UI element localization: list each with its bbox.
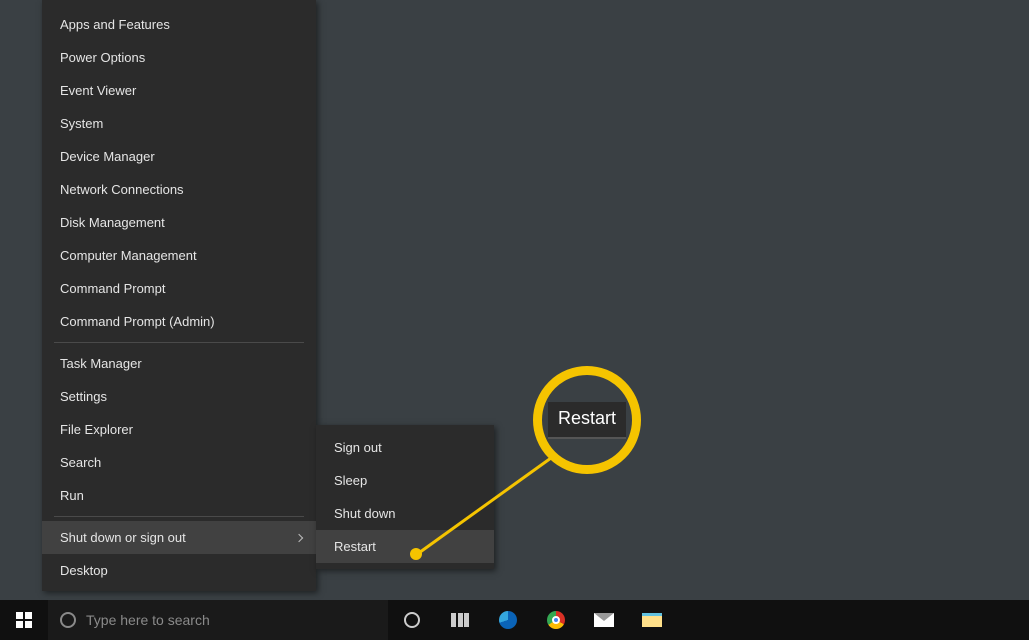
menu-item-label: Device Manager [60,149,155,164]
taskbar-app-file-explorer[interactable] [628,600,676,640]
menu-item-search[interactable]: Search [42,446,316,479]
search-icon [60,612,76,628]
menu-item-system[interactable]: System [42,107,316,140]
menu-item-label: Computer Management [60,248,197,263]
menu-item-task-manager[interactable]: Task Manager [42,347,316,380]
menu-item-label: System [60,116,103,131]
menu-item-command-prompt-admin[interactable]: Command Prompt (Admin) [42,305,316,338]
menu-divider [54,516,304,517]
taskbar-app-chrome[interactable] [532,600,580,640]
menu-item-label: Settings [60,389,107,404]
menu-item-network-connections[interactable]: Network Connections [42,173,316,206]
menu-item-label: Event Viewer [60,83,136,98]
file-explorer-icon [642,613,662,627]
menu-item-event-viewer[interactable]: Event Viewer [42,74,316,107]
menu-item-run[interactable]: Run [42,479,316,512]
menu-item-label: Apps and Features [60,17,170,32]
cortana-button[interactable] [388,600,436,640]
annotation-dot [410,548,422,560]
menu-item-command-prompt[interactable]: Command Prompt [42,272,316,305]
menu-item-device-manager[interactable]: Device Manager [42,140,316,173]
menu-item-label: Command Prompt [60,281,165,296]
mail-icon [594,613,614,627]
submenu-item-label: Sleep [334,473,367,488]
menu-item-label: Desktop [60,563,108,578]
task-view-button[interactable] [436,600,484,640]
menu-item-label: Search [60,455,101,470]
submenu-item-shut-down[interactable]: Shut down [316,497,494,530]
menu-item-label: File Explorer [60,422,133,437]
shutdown-submenu: Sign out Sleep Shut down Restart [316,425,494,569]
taskbar: Type here to search [0,600,1029,640]
menu-item-computer-management[interactable]: Computer Management [42,239,316,272]
menu-item-shut-down-or-sign-out[interactable]: Shut down or sign out [42,521,316,554]
menu-item-label: Shut down or sign out [60,530,186,545]
annotation-label: Restart [548,402,626,439]
chevron-right-icon [295,533,303,541]
menu-item-file-explorer[interactable]: File Explorer [42,413,316,446]
winx-context-menu: Apps and Features Power Options Event Vi… [42,0,316,591]
menu-item-label: Run [60,488,84,503]
cortana-icon [404,612,420,628]
menu-item-label: Disk Management [60,215,165,230]
edge-icon [499,611,517,629]
chrome-icon [547,611,565,629]
submenu-item-sign-out[interactable]: Sign out [316,431,494,464]
submenu-item-label: Shut down [334,506,395,521]
menu-item-label: Task Manager [60,356,142,371]
start-button[interactable] [0,600,48,640]
submenu-item-restart[interactable]: Restart [316,530,494,563]
submenu-item-sleep[interactable]: Sleep [316,464,494,497]
menu-item-label: Command Prompt (Admin) [60,314,215,329]
task-view-icon [451,613,469,627]
menu-item-apps-and-features[interactable]: Apps and Features [42,8,316,41]
submenu-item-label: Sign out [334,440,382,455]
menu-item-power-options[interactable]: Power Options [42,41,316,74]
windows-logo-icon [16,612,32,628]
taskbar-search[interactable]: Type here to search [48,600,388,640]
menu-divider [54,342,304,343]
menu-item-desktop[interactable]: Desktop [42,554,316,587]
taskbar-app-mail[interactable] [580,600,628,640]
search-placeholder: Type here to search [86,612,210,628]
menu-item-label: Network Connections [60,182,184,197]
taskbar-app-edge[interactable] [484,600,532,640]
submenu-item-label: Restart [334,539,376,554]
menu-item-disk-management[interactable]: Disk Management [42,206,316,239]
menu-item-settings[interactable]: Settings [42,380,316,413]
annotation-circle: Restart [533,366,641,474]
menu-item-label: Power Options [60,50,145,65]
